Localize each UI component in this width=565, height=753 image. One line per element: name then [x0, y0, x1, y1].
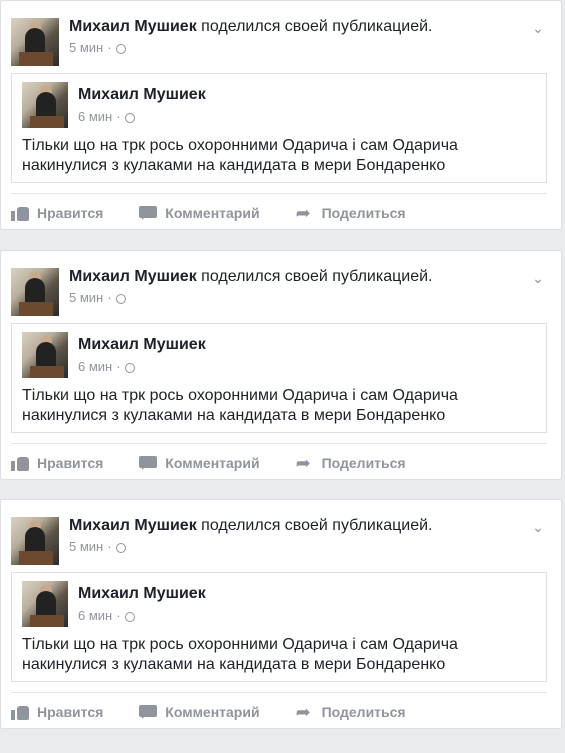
share-label: Поделиться: [321, 455, 406, 471]
globe-icon[interactable]: [115, 543, 126, 553]
shared-post-meta: 6 мин ·: [78, 607, 135, 625]
meta-separator: ·: [116, 608, 121, 623]
author-avatar[interactable]: [11, 18, 59, 66]
feed-post: Михаил Мушиек поделился своей публикацие…: [0, 499, 562, 729]
chevron-down-icon[interactable]: ⌄: [531, 271, 545, 285]
comment-button[interactable]: Комментарий: [139, 704, 260, 720]
author-avatar[interactable]: [11, 268, 59, 316]
news-feed: Михаил Мушиек поделился своей публикацие…: [0, 0, 565, 753]
post-action-text: поделился своей публикацией.: [201, 268, 433, 285]
shared-post-text: Тільки що на трк рось охоронними Одарича…: [22, 136, 536, 176]
post-meta: 5 мин ·: [69, 289, 433, 307]
shared-post-timestamp[interactable]: 6 мин: [78, 607, 112, 625]
globe-icon[interactable]: [115, 294, 126, 304]
author-line: Михаил Мушиек поделился своей публикацие…: [69, 514, 433, 538]
post-timestamp[interactable]: 5 мин: [69, 39, 103, 57]
like-label: Нравится: [37, 205, 104, 221]
comment-label: Комментарий: [165, 205, 260, 221]
globe-icon[interactable]: [115, 44, 126, 54]
post-actions: Нравится Комментарий Поделиться: [11, 449, 547, 477]
share-arrow-icon: [296, 203, 314, 224]
post-header: Михаил Мушиек поделился своей публикацие…: [11, 514, 551, 565]
post-timestamp[interactable]: 5 мин: [69, 289, 103, 307]
post-action-text: поделился своей публикацией.: [201, 18, 433, 35]
meta-separator: ·: [116, 359, 121, 374]
meta-separator: ·: [116, 109, 121, 124]
shared-text-line: Тільки що на трк рось охоронними Одарича…: [22, 137, 458, 154]
comment-button[interactable]: Комментарий: [139, 205, 260, 221]
author-line: Михаил Мушиек поделился своей публикацие…: [69, 15, 433, 39]
globe-icon[interactable]: [124, 363, 135, 373]
comment-icon: [139, 205, 158, 221]
shared-post[interactable]: Михаил Мушиек 6 мин · Тільки що на трк р…: [11, 73, 547, 183]
comment-icon: [139, 704, 158, 720]
shared-post-text: Тільки що на трк рось охоронними Одарича…: [22, 635, 536, 675]
like-button[interactable]: Нравится: [11, 704, 103, 720]
shared-author-avatar[interactable]: [22, 332, 68, 378]
divider: [11, 692, 547, 693]
post-header: Михаил Мушиек поделился своей публикацие…: [11, 265, 551, 316]
shared-text-line: накинулися з кулаками на кандидата в мер…: [22, 656, 446, 673]
post-meta: 5 мин ·: [69, 39, 433, 57]
meta-separator: ·: [107, 40, 112, 55]
share-label: Поделиться: [321, 704, 406, 720]
author-avatar[interactable]: [11, 517, 59, 565]
comment-label: Комментарий: [165, 455, 260, 471]
like-button[interactable]: Нравится: [11, 205, 103, 221]
post-header: Михаил Мушиек поделился своей публикацие…: [11, 15, 551, 66]
divider: [11, 193, 547, 194]
post-actions: Нравится Комментарий Поделиться: [11, 698, 547, 726]
share-label: Поделиться: [321, 205, 406, 221]
shared-text-line: Тільки що на трк рось охоронними Одарича…: [22, 387, 458, 404]
globe-icon[interactable]: [124, 113, 135, 123]
author-name-link[interactable]: Михаил Мушиек: [69, 18, 197, 35]
shared-post-timestamp[interactable]: 6 мин: [78, 358, 112, 376]
feed-post: Михаил Мушиек поделился своей публикацие…: [0, 250, 562, 480]
share-arrow-icon: [296, 453, 314, 474]
like-label: Нравится: [37, 704, 104, 720]
shared-author-name[interactable]: Михаил Мушиек: [78, 86, 206, 104]
meta-separator: ·: [107, 290, 112, 305]
globe-icon[interactable]: [124, 612, 135, 622]
like-button[interactable]: Нравится: [11, 455, 103, 471]
thumbs-up-icon: [11, 205, 29, 221]
post-timestamp[interactable]: 5 мин: [69, 538, 103, 556]
share-button[interactable]: Поделиться: [296, 702, 406, 723]
chevron-down-icon[interactable]: ⌄: [531, 21, 545, 35]
thumbs-up-icon: [11, 704, 29, 720]
shared-post[interactable]: Михаил Мушиек 6 мин · Тільки що на трк р…: [11, 572, 547, 682]
divider: [11, 443, 547, 444]
share-arrow-icon: [296, 702, 314, 723]
shared-post-meta: 6 мин ·: [78, 358, 135, 376]
chevron-down-icon[interactable]: ⌄: [531, 520, 545, 534]
share-button[interactable]: Поделиться: [296, 453, 406, 474]
post-meta: 5 мин ·: [69, 538, 433, 556]
shared-text-line: накинулися з кулаками на кандидата в мер…: [22, 157, 446, 174]
meta-separator: ·: [107, 539, 112, 554]
shared-post-timestamp[interactable]: 6 мин: [78, 108, 112, 126]
shared-post[interactable]: Михаил Мушиек 6 мин · Тільки що на трк р…: [11, 323, 547, 433]
comment-icon: [139, 455, 158, 471]
author-name-link[interactable]: Михаил Мушиек: [69, 268, 197, 285]
share-button[interactable]: Поделиться: [296, 203, 406, 224]
shared-author-name[interactable]: Михаил Мушиек: [78, 585, 206, 603]
like-label: Нравится: [37, 455, 104, 471]
author-line: Михаил Мушиек поделился своей публикацие…: [69, 265, 433, 289]
feed-post: Михаил Мушиек поделился своей публикацие…: [0, 0, 562, 230]
shared-author-avatar[interactable]: [22, 82, 68, 128]
shared-post-text: Тільки що на трк рось охоронними Одарича…: [22, 386, 536, 426]
post-action-text: поделился своей публикацией.: [201, 517, 433, 534]
post-actions: Нравится Комментарий Поделиться: [11, 199, 547, 227]
shared-text-line: накинулися з кулаками на кандидата в мер…: [22, 407, 446, 424]
shared-author-name[interactable]: Михаил Мушиек: [78, 336, 206, 354]
shared-author-avatar[interactable]: [22, 581, 68, 627]
shared-text-line: Тільки що на трк рось охоронними Одарича…: [22, 636, 458, 653]
shared-post-meta: 6 мин ·: [78, 108, 135, 126]
author-name-link[interactable]: Михаил Мушиек: [69, 517, 197, 534]
thumbs-up-icon: [11, 455, 29, 471]
comment-button[interactable]: Комментарий: [139, 455, 260, 471]
comment-label: Комментарий: [165, 704, 260, 720]
